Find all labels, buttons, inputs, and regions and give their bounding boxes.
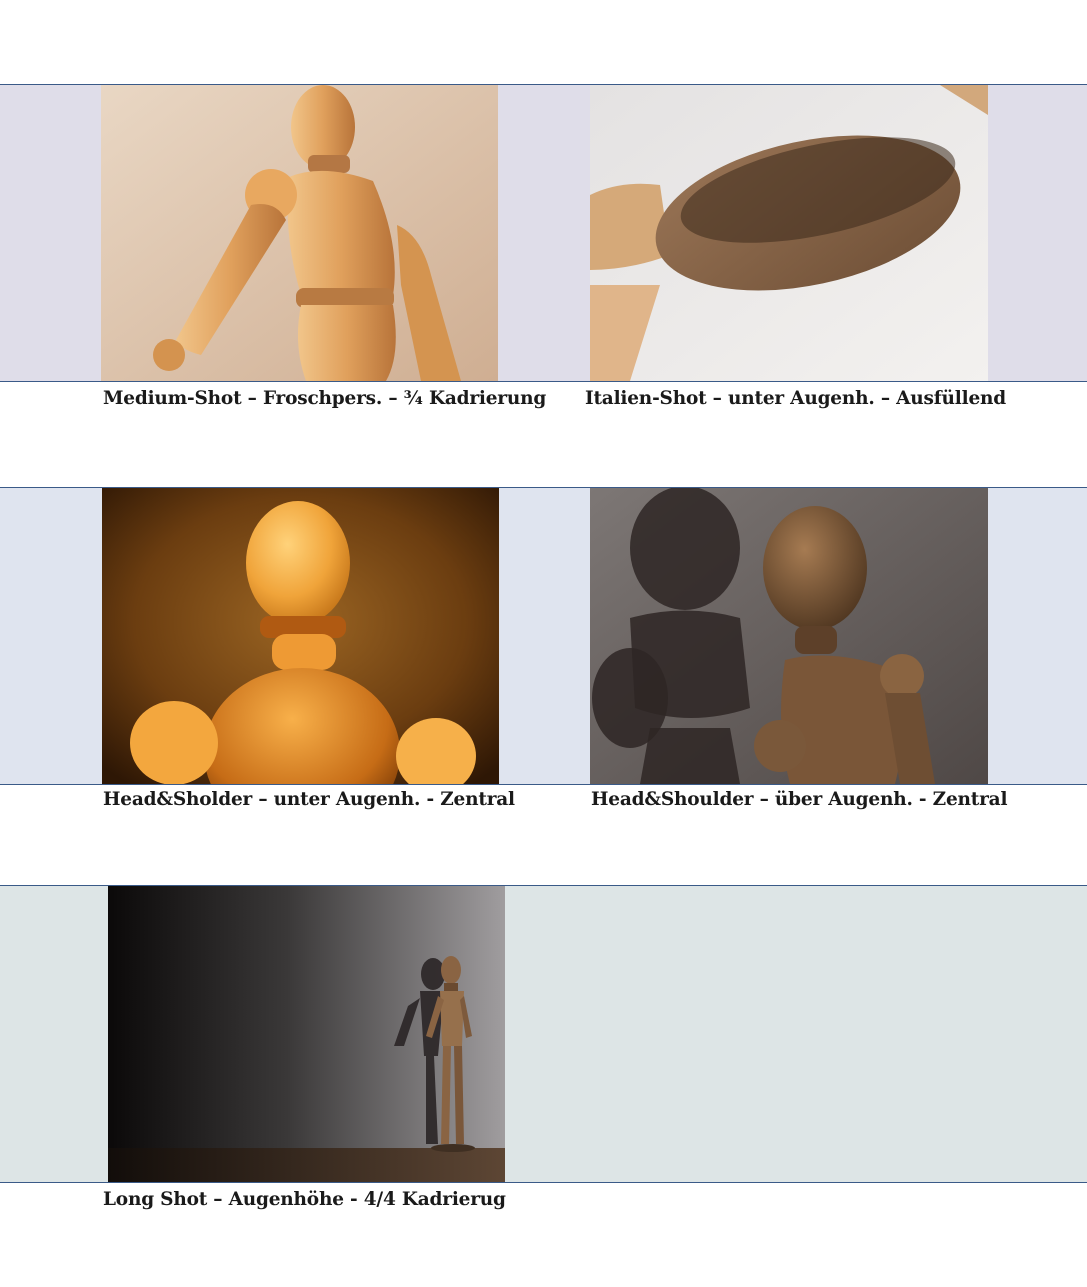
caption-head-sholder: Head&Sholder – unter Augenh. - Zentral (103, 789, 515, 810)
photo-head-shoulder-warm (102, 488, 499, 784)
photo-medium-shot (101, 85, 498, 381)
caption-italien-shot: Italien-Shot – unter Augenh. – Ausfüllen… (585, 388, 1006, 409)
caption-medium-shot: Medium-Shot – Froschpers. – ¾ Kadrierung (103, 388, 547, 409)
caption-head-shoulder: Head&Shoulder – über Augenh. - Zentral (591, 789, 1008, 810)
photo-italien-shot (590, 85, 988, 381)
photo-head-shoulder-shadow (590, 488, 988, 784)
photo-long-shot (108, 886, 505, 1182)
caption-long-shot: Long Shot – Augenhöhe - 4/4 Kadrierug (103, 1189, 506, 1210)
